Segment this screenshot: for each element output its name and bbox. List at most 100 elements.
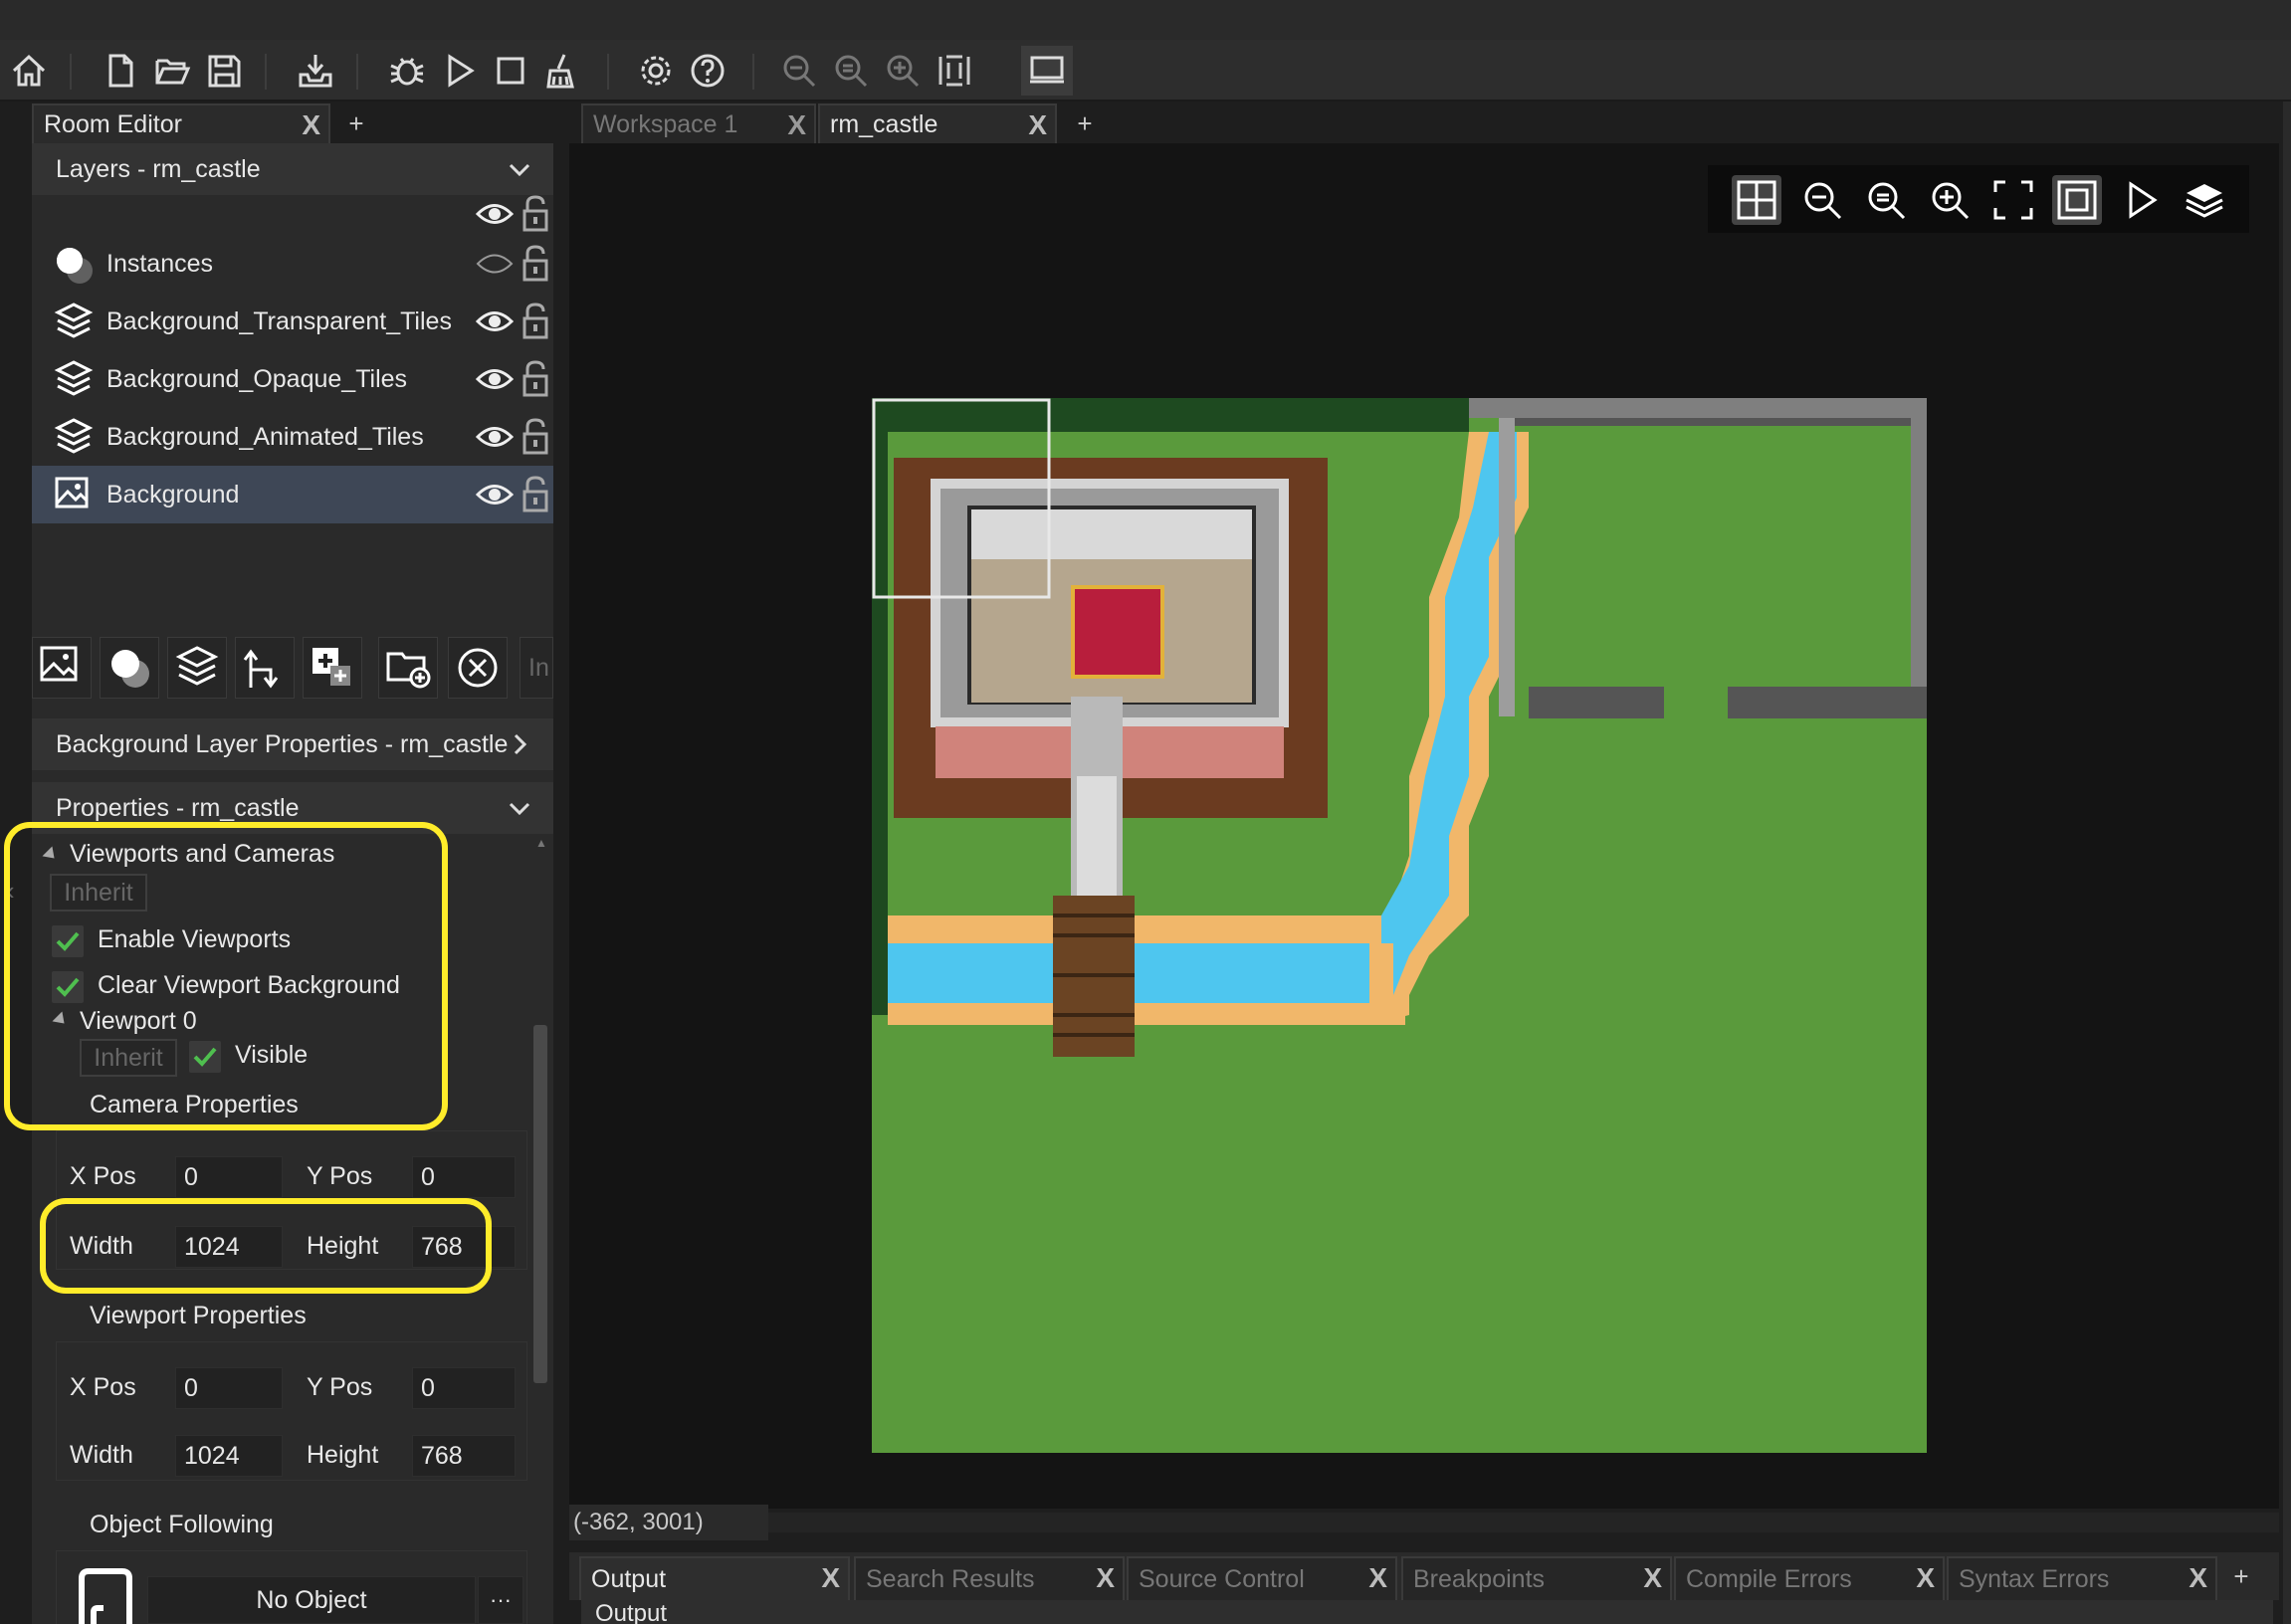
layer-row-background-opaque-tiles[interactable]: Background_Opaque_Tiles [32, 350, 553, 408]
close-icon[interactable]: X [1643, 1562, 1662, 1594]
output-tab-strip: Output X Search Results X Source Control X … [569, 1552, 2279, 1600]
zoom-reset-icon[interactable] [828, 48, 874, 94]
tab-output[interactable]: Output X [579, 1556, 850, 1600]
cursor-coordinates: (-362, 3001) [569, 1505, 768, 1540]
zoom-out-icon[interactable] [776, 48, 822, 94]
home-icon[interactable] [6, 48, 52, 94]
tab-search-results[interactable]: Search Results X [854, 1556, 1125, 1600]
object-following-select[interactable]: No Object [147, 1576, 476, 1624]
room-view-icon[interactable] [1021, 46, 1073, 96]
fit-icon[interactable] [932, 48, 977, 94]
tab-source-control[interactable]: Source Control X [1127, 1556, 1397, 1600]
horizontal-scrollbar[interactable] [768, 1513, 2279, 1532]
eye-icon[interactable] [476, 308, 514, 334]
close-icon[interactable]: X [1368, 1562, 1387, 1594]
eye-icon[interactable] [476, 424, 514, 450]
window-titlebar [0, 0, 2291, 40]
close-icon[interactable]: X [1096, 1562, 1115, 1594]
room-view-toolbar [1708, 165, 2249, 233]
layer-row-instances[interactable]: Instances [32, 235, 553, 293]
eye-icon[interactable] [476, 366, 514, 392]
layer-row-background-animated-tiles[interactable]: Background_Animated_Tiles [32, 408, 553, 466]
tab-workspace-1[interactable]: Workspace 1 X [581, 103, 816, 143]
scroll-up-icon[interactable]: ▲ [535, 836, 547, 850]
viewport-width-input[interactable]: 1024 [175, 1435, 283, 1477]
add-path-layer-button[interactable] [235, 637, 295, 699]
instance-layer-icon [57, 248, 93, 284]
tile-layer-icon [54, 418, 94, 454]
layer-name: Background_Opaque_Tiles [106, 365, 408, 393]
add-background-layer-button[interactable] [32, 637, 92, 699]
add-folder-button[interactable] [378, 637, 438, 699]
lock-icon[interactable] [521, 418, 549, 456]
layer-effects-icon[interactable] [2180, 175, 2229, 225]
eye-icon[interactable] [476, 201, 514, 227]
highlight-camera-size [40, 1198, 492, 1294]
lock-icon[interactable] [521, 245, 549, 283]
zoom-reset-icon[interactable] [1861, 175, 1911, 225]
background-layer-properties-title: Background Layer Properties - rm_castle [56, 729, 509, 758]
export-icon[interactable] [293, 48, 338, 94]
zoom-in-icon[interactable] [1925, 175, 1975, 225]
zoom-in-icon[interactable] [880, 48, 926, 94]
delete-layer-button[interactable] [448, 637, 508, 699]
add-tile-layer-button[interactable] [167, 637, 227, 699]
close-icon[interactable]: X [302, 109, 320, 141]
tab-output-label: Output [591, 1564, 667, 1593]
close-icon[interactable]: X [821, 1562, 840, 1594]
save-icon[interactable] [201, 48, 247, 94]
layer-tool-partial[interactable]: In [520, 637, 553, 699]
background-layer-properties-header[interactable]: Background Layer Properties - rm_castle [32, 718, 553, 770]
add-output-tab-button[interactable]: + [2221, 1556, 2261, 1596]
open-folder-icon[interactable] [149, 48, 195, 94]
zoom-out-icon[interactable] [1797, 175, 1847, 225]
tab-compile-errors[interactable]: Compile Errors X [1674, 1556, 1945, 1600]
tab-rm-castle[interactable]: rm_castle X [818, 103, 1057, 143]
tab-room-editor[interactable]: Room Editor X [32, 103, 330, 143]
object-icon [79, 1568, 132, 1624]
tab-syntax-errors[interactable]: Syntax Errors X [1947, 1556, 2217, 1600]
close-icon[interactable]: X [1028, 109, 1047, 141]
close-icon[interactable]: X [787, 109, 806, 141]
layers-header[interactable]: Layers - rm_castle [32, 143, 553, 195]
layer-row-background[interactable]: Background [32, 466, 553, 523]
stop-icon[interactable] [488, 48, 533, 94]
tile-layer-icon [54, 303, 94, 338]
add-tab-button[interactable]: + [336, 103, 376, 143]
chevron-right-icon [514, 733, 527, 755]
viewport-width-label: Width [70, 1441, 133, 1469]
clean-icon[interactable] [539, 48, 585, 94]
lock-icon[interactable] [521, 360, 549, 398]
fullscreen-icon[interactable] [1988, 175, 2038, 225]
eye-hidden-icon[interactable] [476, 251, 514, 277]
settings-icon[interactable] [633, 48, 679, 94]
help-icon[interactable] [685, 48, 730, 94]
tab-breakpoints[interactable]: Breakpoints X [1401, 1556, 1672, 1600]
camera-x-input[interactable]: 0 [175, 1156, 283, 1198]
lock-icon[interactable] [521, 303, 549, 340]
debug-icon[interactable] [384, 48, 430, 94]
room-map[interactable] [872, 398, 1927, 1453]
add-asset-layer-button[interactable] [303, 637, 362, 699]
viewport-y-input[interactable]: 0 [412, 1367, 516, 1409]
new-file-icon[interactable] [98, 48, 143, 94]
lock-icon[interactable] [521, 195, 549, 233]
tile-layer-icon [54, 360, 94, 396]
eye-icon[interactable] [476, 482, 514, 508]
viewport-x-input[interactable]: 0 [175, 1367, 283, 1409]
close-icon[interactable]: X [1916, 1562, 1935, 1594]
layer-row-background-transparent-tiles[interactable]: Background_Transparent_Tiles [32, 293, 553, 350]
lock-icon[interactable] [521, 476, 549, 513]
grid-icon[interactable] [1732, 175, 1781, 225]
object-browse-button[interactable]: ··· [478, 1576, 523, 1624]
scrollbar-thumb[interactable] [533, 1025, 547, 1383]
viewport-height-input[interactable]: 768 [412, 1435, 516, 1477]
play-icon[interactable] [2116, 175, 2166, 225]
add-workspace-button[interactable]: + [1065, 103, 1105, 143]
fit-room-icon[interactable] [2052, 175, 2102, 225]
run-icon[interactable] [436, 48, 482, 94]
camera-y-input[interactable]: 0 [412, 1156, 516, 1198]
right-scrollbar[interactable] [2283, 102, 2291, 1624]
close-icon[interactable]: X [2188, 1562, 2207, 1594]
add-instance-layer-button[interactable] [100, 637, 159, 699]
